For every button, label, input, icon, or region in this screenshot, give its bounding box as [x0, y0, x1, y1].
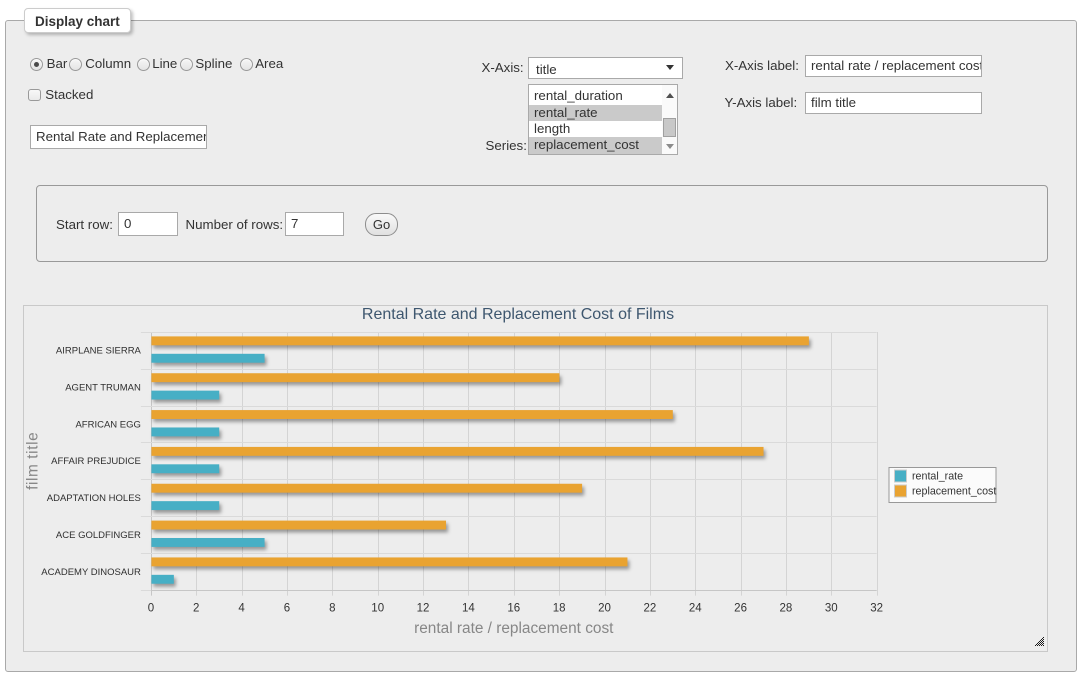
svg-text:30: 30 — [825, 602, 838, 614]
svg-text:2: 2 — [193, 602, 199, 614]
svg-text:8: 8 — [329, 602, 335, 614]
svg-text:AFRICAN EGG: AFRICAN EGG — [75, 419, 140, 430]
svg-text:10: 10 — [371, 602, 384, 614]
svg-text:Rental Rate and Replacement Co: Rental Rate and Replacement Cost of Film… — [362, 306, 674, 323]
svg-text:6: 6 — [284, 602, 290, 614]
svg-text:22: 22 — [643, 602, 656, 614]
svg-text:16: 16 — [507, 602, 520, 614]
svg-text:film title: film title — [25, 432, 42, 490]
svg-text:24: 24 — [689, 602, 702, 614]
svg-text:4: 4 — [238, 602, 245, 614]
svg-text:0: 0 — [148, 602, 154, 614]
svg-text:AGENT TRUMAN: AGENT TRUMAN — [65, 383, 141, 394]
svg-text:28: 28 — [780, 602, 793, 614]
svg-text:rental_rate: rental_rate — [912, 471, 963, 483]
svg-text:AFFAIR PREJUDICE: AFFAIR PREJUDICE — [51, 456, 141, 467]
svg-text:26: 26 — [734, 602, 747, 614]
svg-text:AIRPLANE SIERRA: AIRPLANE SIERRA — [56, 346, 142, 357]
svg-text:ACADEMY DINOSAUR: ACADEMY DINOSAUR — [41, 567, 141, 578]
svg-text:replacement_cost: replacement_cost — [912, 486, 996, 498]
svg-text:14: 14 — [462, 602, 475, 614]
svg-text:ADAPTATION HOLES: ADAPTATION HOLES — [47, 493, 141, 504]
svg-text:20: 20 — [598, 602, 611, 614]
svg-text:rental rate / replacement cost: rental rate / replacement cost — [414, 620, 614, 637]
svg-text:32: 32 — [870, 602, 883, 614]
svg-text:ACE GOLDFINGER: ACE GOLDFINGER — [56, 530, 141, 541]
svg-text:18: 18 — [553, 602, 566, 614]
svg-text:12: 12 — [417, 602, 430, 614]
